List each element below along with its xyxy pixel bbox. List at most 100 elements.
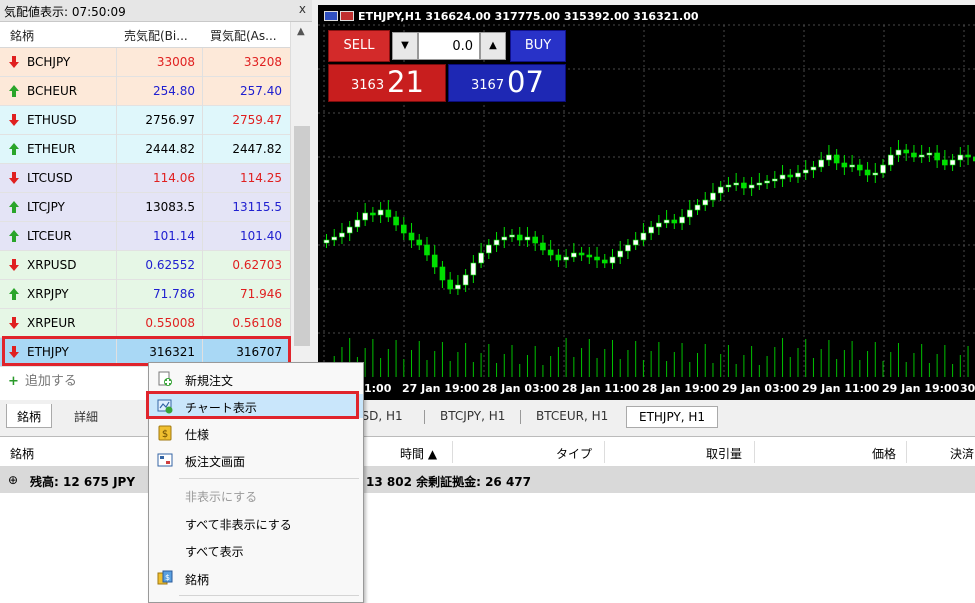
symbol-row-bcheur[interactable]: BCHEUR 254.80 257.40 [0, 77, 290, 106]
arrow-up-icon [8, 229, 20, 243]
symbol-row-ltceur[interactable]: LTCEUR 101.14 101.40 [0, 222, 290, 251]
menu-item-hide-all[interactable]: すべて非表示にする [149, 511, 363, 535]
tab-details[interactable]: 詳細 [64, 404, 108, 428]
arrow-down-icon [8, 316, 20, 330]
lot-size-input[interactable]: 0.0 [418, 32, 480, 60]
candle-body [532, 236, 538, 244]
one-click-trading-panel: SELL ▼ 0.0 ▲ BUY 3163 21 3167 07 [328, 30, 568, 102]
x-axis-label: 30 [960, 382, 975, 395]
candle-body [586, 254, 593, 258]
candle-body [331, 236, 338, 241]
candle-body [648, 226, 654, 234]
candle-body [787, 174, 794, 178]
symbol-row-ltcusd[interactable]: LTCUSD 114.06 114.25 [0, 164, 290, 193]
market-watch-scrollbar[interactable]: ▲ [290, 22, 312, 362]
candle-body [671, 219, 678, 224]
chart-flag-icon [324, 11, 338, 21]
column-header-bid[interactable]: 売気配(Bi... [124, 27, 188, 44]
terminal-col-symbol[interactable]: 銘柄 [10, 445, 34, 462]
cell-separator [202, 77, 203, 106]
arrow-down-icon [8, 55, 20, 69]
buy-price-button[interactable]: 3167 07 [448, 64, 566, 102]
symbol-row-xrpeur[interactable]: XRPEUR 0.55008 0.56108 [0, 309, 290, 338]
menu-item-show-all[interactable]: すべて表示 [149, 538, 363, 562]
arrow-up-icon [8, 142, 20, 156]
close-icon[interactable]: x [299, 2, 306, 16]
candle-body [625, 244, 631, 252]
terminal-col-time[interactable]: 時間 ▲ [400, 445, 437, 462]
new-order-icon [157, 371, 173, 387]
terminal-col-close[interactable]: 決済 [950, 445, 974, 462]
terminal-col-type[interactable]: タイプ [556, 445, 592, 462]
chart-title-text: ETHJPY,H1 316624.00 317775.00 315392.00 … [358, 10, 699, 23]
market-watch-panel: 気配値表示: 07:50:09 x 銘柄 売気配(Bi... 買気配(As...… [0, 0, 312, 400]
candle-body [965, 154, 971, 158]
sell-button[interactable]: SELL [328, 30, 390, 62]
cell-separator [202, 280, 203, 309]
cell-separator [202, 135, 203, 164]
market-watch-rows: BCHJPY 33008 33208 BCHEUR 254.80 257.40 ETHUSD… [0, 48, 290, 367]
menu-item-label: すべて表示 [185, 545, 244, 559]
candle-body [802, 169, 809, 174]
chart-tab-usd[interactable]: JSD, H1 [358, 406, 403, 428]
bid-price: 114.06 [153, 171, 195, 185]
candle-body [408, 232, 415, 241]
add-symbol-button[interactable]: + 追加する [8, 370, 77, 389]
expand-icon[interactable]: ⊕ [8, 473, 18, 487]
terminal-col-volume[interactable]: 取引量 [706, 445, 742, 462]
arrow-up-icon [8, 84, 20, 98]
scrollbar-thumb[interactable] [294, 126, 310, 346]
buy-price-pips: 07 [507, 65, 544, 99]
candle-body [578, 252, 585, 256]
symbol-row-etheur[interactable]: ETHEUR 2444.82 2447.82 [0, 135, 290, 164]
candle-body [764, 180, 770, 184]
candle-body [400, 224, 407, 234]
symbol-row-bchjpy[interactable]: BCHJPY 33008 33208 [0, 48, 290, 77]
balance-row: ⊕ 残高: 12 675 JPY 13 802 余剰証拠金: 26 477 [0, 467, 975, 493]
candle-body [934, 152, 940, 161]
tab-separator [424, 410, 425, 424]
candle-body [694, 204, 701, 211]
candle-body [710, 192, 716, 201]
column-header-ask[interactable]: 買気配(As... [210, 27, 277, 44]
menu-item-label: すべて非表示にする [185, 518, 292, 532]
candle-body [795, 172, 801, 178]
x-axis-label: 29 Jan 03:00 [722, 382, 800, 395]
symbol-row-ethusd[interactable]: ETHUSD 2756.97 2759.47 [0, 106, 290, 135]
candle-body [424, 244, 430, 256]
menu-item-depth-of-market[interactable]: 板注文画面 [149, 448, 363, 472]
scroll-up-icon[interactable]: ▲ [297, 26, 305, 37]
chart-tab-btceur[interactable]: BTCEUR, H1 [536, 406, 608, 428]
cell-separator [202, 309, 203, 338]
buy-button[interactable]: BUY [510, 30, 566, 62]
tab-separator [520, 410, 521, 424]
tab-symbols[interactable]: 銘柄 [6, 404, 53, 428]
candle-body [656, 222, 662, 228]
menu-item-hide[interactable]: 非表示にする [149, 483, 363, 507]
lot-decrease-button[interactable]: ▼ [392, 32, 418, 60]
sell-price-pips: 21 [387, 65, 424, 99]
symbol-row-ltcjpy[interactable]: LTCJPY 13083.5 13115.5 [0, 193, 290, 222]
candle-body [772, 178, 778, 182]
symbol-row-xrpusd[interactable]: XRPUSD 0.62552 0.62703 [0, 251, 290, 280]
symbol-row-xrpjpy[interactable]: XRPJPY 71.786 71.946 [0, 280, 290, 309]
menu-item-specification[interactable]: $ 仕様 [149, 421, 363, 445]
menu-item-new-order[interactable]: 新規注文 [149, 367, 363, 391]
sell-price-button[interactable]: 3163 21 [328, 64, 446, 102]
candle-body [880, 164, 886, 174]
margin-text: 13 802 余剰証拠金: 26 477 [366, 475, 532, 489]
candle-body [547, 249, 554, 256]
symbol-name: XRPJPY [27, 287, 69, 301]
column-header-symbol[interactable]: 銘柄 [10, 27, 34, 44]
candle-body [779, 174, 786, 180]
terminal-col-price[interactable]: 価格 [872, 445, 896, 462]
chart-tab-ethjpy[interactable]: ETHJPY, H1 [626, 406, 719, 428]
x-axis-label: 28 Jan 19:00 [642, 382, 720, 395]
menu-item-symbols[interactable]: $ 銘柄 [149, 566, 363, 590]
menu-separator [179, 478, 359, 479]
cell-separator [116, 280, 117, 309]
candle-body [540, 242, 546, 251]
chart-tab-btcjpy[interactable]: BTCJPY, H1 [440, 406, 505, 428]
ask-price: 0.56108 [232, 316, 282, 330]
lot-increase-button[interactable]: ▲ [480, 32, 506, 60]
